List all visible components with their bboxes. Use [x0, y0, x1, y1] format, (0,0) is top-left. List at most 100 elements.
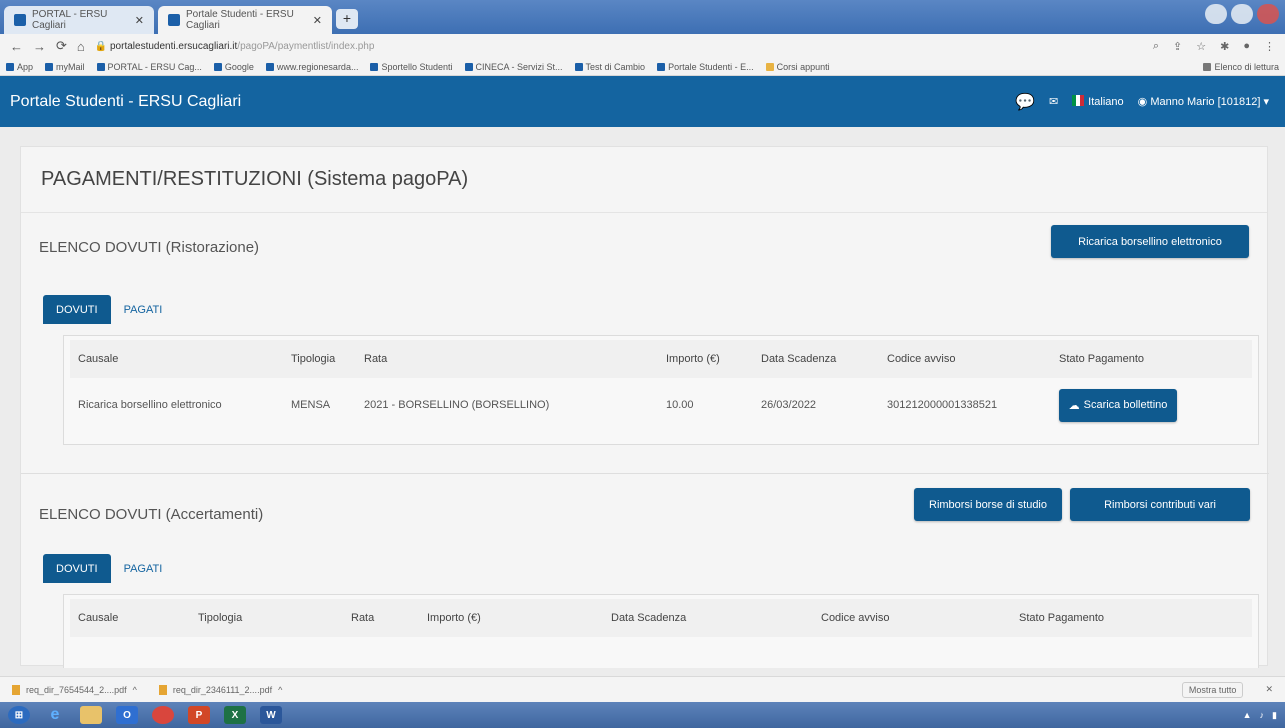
bookmark-icon: [265, 62, 274, 71]
bookmark-item[interactable]: Sportello Studenti: [370, 62, 453, 72]
cell-codice: 301212000001338521: [887, 399, 998, 411]
tab-dovuti[interactable]: DOVUTI: [43, 554, 111, 583]
clock[interactable]: ▮: [1272, 710, 1277, 721]
maximize-button[interactable]: [1231, 4, 1253, 24]
start-button[interactable]: ⊞: [8, 706, 30, 724]
chat-icon[interactable]: 💬: [1015, 92, 1035, 112]
bookmark-item[interactable]: CINECA - Servizi St...: [464, 62, 563, 72]
italy-flag-icon: [1072, 95, 1085, 106]
os-taskbar: ⊞ e O P X W ▲ ♪ ▮: [0, 702, 1285, 728]
google-icon: [213, 62, 222, 71]
powerpoint-icon[interactable]: P: [188, 706, 210, 724]
navbar-actions: 💬 ✉ Italiano ◉ Manno Mario [101812] ▾: [1015, 92, 1275, 112]
tab-dovuti[interactable]: DOVUTI: [43, 295, 111, 324]
close-icon[interactable]: ✕: [1265, 684, 1273, 695]
tab-pagati[interactable]: PAGATI: [111, 554, 176, 583]
section-accertamenti: ELENCO DOVUTI (Accertamenti) Rimborsi bo…: [21, 473, 1269, 668]
browser-tabstrip: PORTAL - ERSU Cagliari ✕ Portale Student…: [0, 0, 1285, 34]
rimborsi-borse-button[interactable]: Rimborsi borse di studio: [914, 488, 1062, 521]
bookmark-item[interactable]: www.regionesarda...: [265, 62, 358, 72]
cell-importo: 10.00: [666, 399, 694, 411]
bookmark-item[interactable]: myMail: [45, 62, 85, 72]
cell-causale: Ricarica borsellino elettronico: [78, 399, 222, 411]
column-header: Codice avviso: [887, 353, 956, 365]
reload-icon[interactable]: ⟳: [56, 38, 67, 54]
new-tab-button[interactable]: +: [336, 9, 358, 29]
section-title: ELENCO DOVUTI (Accertamenti): [39, 506, 264, 523]
bookmark-item[interactable]: Google: [213, 62, 254, 72]
bookmarks-bar: App myMail PORTAL - ERSU Cag... Google w…: [0, 58, 1285, 76]
column-header: Tipologia: [198, 612, 243, 624]
ersu-favicon-icon: [14, 14, 26, 26]
cloud-download-icon: ☁: [1068, 399, 1080, 412]
tab-pagati[interactable]: PAGATI: [111, 295, 176, 324]
close-window-button[interactable]: [1257, 4, 1279, 24]
caret-down-icon: ▾: [1263, 96, 1269, 108]
bookmark-item[interactable]: App: [6, 62, 33, 72]
bookmark-item[interactable]: Test di Cambio: [574, 62, 645, 72]
payments-panel: PAGAMENTI/RESTITUZIONI (Sistema pagoPA) …: [20, 146, 1269, 668]
ie-icon[interactable]: e: [44, 706, 66, 724]
chrome-icon[interactable]: [152, 706, 174, 724]
page-title: PAGAMENTI/RESTITUZIONI (Sistema pagoPA): [21, 147, 1267, 213]
mail-icon[interactable]: ✉: [1049, 95, 1058, 108]
bookmark-item[interactable]: Corsi appunti: [765, 62, 830, 72]
ricarica-borsellino-button[interactable]: Ricarica borsellino elettronico: [1051, 225, 1249, 258]
pdf-file-icon: [158, 684, 167, 695]
share-icon[interactable]: ⇪: [1173, 40, 1182, 53]
ersu-favicon-icon: [168, 14, 180, 26]
rimborsi-contributi-button[interactable]: Rimborsi contributi vari: [1070, 488, 1250, 521]
dovuti-table: Causale Tipologia Rata Importo (€) Data …: [63, 335, 1259, 445]
column-header: Stato Pagamento: [1059, 353, 1145, 365]
browser-tab-active[interactable]: Portale Studenti - ERSU Cagliari ✕: [158, 6, 332, 34]
volume-icon[interactable]: ♪: [1260, 710, 1265, 720]
reading-list-icon: [1203, 62, 1212, 71]
home-icon[interactable]: ⌂: [77, 39, 85, 54]
app-navbar: Portale Studenti - ERSU Cagliari 💬 ✉ Ita…: [0, 76, 1285, 127]
brand-title[interactable]: Portale Studenti - ERSU Cagliari: [10, 93, 241, 111]
cell-rata: 2021 - BORSELLINO (BORSELLINO): [364, 399, 550, 411]
folder-icon: [765, 62, 774, 71]
minimize-button[interactable]: [1205, 4, 1227, 24]
reading-list[interactable]: Elenco di lettura: [1203, 62, 1279, 72]
outlook-icon[interactable]: O: [116, 706, 138, 724]
forward-icon[interactable]: →: [33, 39, 46, 54]
column-header: Codice avviso: [821, 612, 890, 624]
network-icon[interactable]: ▲: [1243, 710, 1252, 720]
close-icon[interactable]: ✕: [135, 14, 144, 27]
bookmark-icon: [574, 62, 583, 71]
section-title: ELENCO DOVUTI (Ristorazione): [39, 239, 260, 256]
column-header: Importo (€): [427, 612, 481, 624]
browser-tab[interactable]: PORTAL - ERSU Cagliari ✕: [4, 6, 154, 34]
show-all-downloads-button[interactable]: Mostra tutto: [1181, 681, 1244, 698]
pdf-file-icon: [12, 684, 20, 695]
profile-icon[interactable]: ●: [1243, 40, 1250, 53]
scarica-bollettino-button[interactable]: ☁ Scarica bollettino: [1059, 388, 1177, 422]
url-field[interactable]: 🔒 portalestudenti.ersucagliari.it/pagoPA…: [95, 41, 1143, 52]
close-icon[interactable]: ✕: [313, 14, 322, 27]
excel-icon[interactable]: X: [224, 706, 246, 724]
column-header: Stato Pagamento: [1019, 612, 1105, 624]
user-circle-icon: ◉: [1137, 96, 1148, 108]
browser-tab-title: PORTAL - ERSU Cagliari: [32, 9, 108, 31]
chevron-up-icon: ^: [132, 684, 137, 695]
download-item[interactable]: req_dir_7654544_2....pdf ^: [12, 684, 137, 695]
user-menu[interactable]: ◉ Manno Mario [101812] ▾: [1138, 95, 1269, 108]
user-name: Manno Mario [101812]: [1150, 96, 1261, 108]
star-icon[interactable]: ☆: [1196, 40, 1206, 53]
file-explorer-icon[interactable]: [80, 706, 102, 724]
column-header: Data Scadenza: [611, 612, 687, 624]
zoom-icon[interactable]: ⌕: [1153, 40, 1159, 53]
column-header: Importo (€): [666, 353, 720, 365]
menu-icon[interactable]: ⋮: [1264, 40, 1275, 53]
url-path: /pagoPA/paymentlist/index.php: [237, 40, 375, 52]
language-selector[interactable]: Italiano: [1072, 95, 1124, 108]
bookmark-icon: [96, 62, 105, 71]
extensions-icon[interactable]: ✱: [1220, 40, 1229, 53]
bookmark-item[interactable]: PORTAL - ERSU Cag...: [96, 62, 202, 72]
download-item[interactable]: req_dir_2346111_2....pdf ^: [158, 684, 282, 695]
bookmark-item[interactable]: Portale Studenti - E...: [657, 62, 754, 72]
tabs-ristorazione: DOVUTI PAGATI: [43, 295, 175, 324]
word-icon[interactable]: W: [260, 706, 282, 724]
back-icon[interactable]: ←: [10, 39, 23, 54]
